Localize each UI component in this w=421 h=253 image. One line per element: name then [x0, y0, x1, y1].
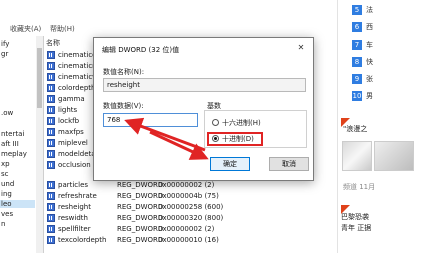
value-name: resheight — [58, 203, 91, 211]
news-thumbnail[interactable] — [342, 141, 372, 171]
value-type: REG_DWORD — [117, 203, 164, 211]
column-header-name[interactable]: 名称 — [46, 38, 60, 48]
dword-value-icon — [47, 203, 55, 211]
news-panel: 5法 6西 7车 8快 9张 10 男 "浪漫之 频道 11月 巴黎恐袭 青年 正… — [337, 0, 421, 253]
tree-item[interactable]: sc — [1, 170, 9, 178]
dword-value-icon — [47, 192, 55, 200]
dword-value-icon — [47, 73, 55, 81]
dword-value-icon — [47, 161, 55, 169]
value-data-input[interactable]: 768 — [103, 113, 198, 127]
rank-item[interactable]: 5法 — [352, 5, 373, 16]
tree-item[interactable]: aft III — [1, 140, 19, 148]
value-type: REG_DWORD — [117, 192, 164, 200]
news-headline[interactable]: 巴黎恐袭 — [341, 212, 369, 222]
rank-text: 快 — [366, 58, 373, 66]
rank-text: 张 — [366, 75, 373, 83]
value-name: refreshrate — [58, 192, 97, 200]
news-thumbnail[interactable] — [374, 141, 414, 171]
list-item[interactable]: particles REG_DWORD 0x00000002 (2) — [46, 180, 336, 191]
ok-button[interactable]: 确定 — [210, 157, 250, 171]
rank-text: 法 — [366, 6, 373, 14]
dword-value-icon — [47, 214, 55, 222]
dword-value-icon — [47, 236, 55, 244]
rank-number: 5 — [352, 5, 362, 15]
tree-scrollbar[interactable] — [36, 36, 43, 253]
value-name: particles — [58, 181, 89, 189]
scrollbar-thumb[interactable] — [37, 48, 42, 108]
rank-text: 西 — [366, 23, 373, 31]
news-headline[interactable]: "浪漫之 — [343, 124, 367, 134]
list-item[interactable]: texcolordepth REG_DWORD 0x00000010 (16) — [46, 235, 336, 246]
rank-item[interactable]: 7车 — [352, 40, 373, 51]
rank-item[interactable]: 10 男 — [352, 91, 373, 102]
value-data: 0x0000004b (75) — [158, 192, 219, 200]
value-data: 0x00000002 (2) — [158, 225, 215, 233]
value-type: REG_DWORD — [117, 225, 164, 233]
tree-item[interactable]: ing — [1, 190, 12, 198]
value-type: REG_DWORD — [117, 236, 164, 244]
value-name-label: 数值名称(N): — [103, 68, 145, 76]
dword-value-icon — [47, 181, 55, 189]
list-item[interactable]: refreshrate REG_DWORD 0x0000004b (75) — [46, 191, 336, 202]
rank-text: 车 — [366, 41, 373, 49]
dword-value-icon — [47, 117, 55, 125]
dword-value-icon — [47, 51, 55, 59]
value-data: 0x00000320 (800) — [158, 214, 224, 222]
menubar: 收藏夹(A) 帮助(H) — [0, 22, 337, 34]
rank-item[interactable]: 8快 — [352, 57, 373, 68]
value-data-label: 数值数据(V): — [103, 102, 144, 110]
news-meta: 频道 11月 — [343, 183, 376, 191]
cancel-button[interactable]: 取消 — [269, 157, 309, 171]
dword-value-icon — [47, 95, 55, 103]
dword-value-icon — [47, 139, 55, 147]
dialog-title: 编辑 DWORD (32 位)值 — [102, 46, 180, 54]
tree-item[interactable]: und — [1, 180, 14, 188]
rank-text: 男 — [366, 92, 373, 100]
dword-value-icon — [47, 150, 55, 158]
annotation-highlight-box — [207, 132, 263, 146]
tree-item[interactable]: gr — [1, 50, 8, 58]
tree-item[interactable]: .ow — [1, 109, 13, 117]
tree-item[interactable]: xp — [1, 160, 10, 168]
value-name: spellfilter — [58, 225, 91, 233]
dword-value-icon — [47, 62, 55, 70]
tree-item[interactable]: meplay — [1, 150, 27, 158]
dword-value-icon — [47, 225, 55, 233]
hex-radio-label: 十六进制(H) — [222, 119, 261, 127]
tree-item[interactable]: ves — [1, 210, 13, 218]
hex-radio[interactable]: 十六进制(H) — [212, 117, 292, 128]
value-data: 0x00000010 (16) — [158, 236, 219, 244]
value-type: REG_DWORD — [117, 214, 164, 222]
value-data: 0x00000258 (600) — [158, 203, 224, 211]
rank-number: 7 — [352, 40, 362, 50]
radio-icon — [212, 119, 219, 126]
value-name: reswidth — [58, 214, 88, 222]
value-name-field: resheight — [103, 78, 306, 92]
tree-item[interactable]: n — [1, 220, 5, 228]
edit-dword-dialog: 编辑 DWORD (32 位)值 ✕ 数值名称(N): resheight 数值… — [93, 37, 314, 181]
tree-item-selected[interactable]: leo — [0, 200, 35, 208]
rank-item[interactable]: 9张 — [352, 74, 373, 85]
list-item[interactable]: spellfilter REG_DWORD 0x00000002 (2) — [46, 224, 336, 235]
value-data: 0x00000002 (2) — [158, 181, 215, 189]
menu-favorites[interactable]: 收藏夹(A) — [10, 24, 41, 34]
rank-item[interactable]: 6西 — [352, 22, 373, 33]
rank-number: 8 — [352, 57, 362, 67]
rank-number: 6 — [352, 22, 362, 32]
key-tree-pane[interactable]: ify gr .ow ntertai aft III meplay xp sc … — [0, 36, 44, 253]
close-icon[interactable]: ✕ — [295, 42, 307, 54]
dword-value-icon — [47, 84, 55, 92]
tree-item[interactable]: ntertai — [1, 130, 24, 138]
menu-help[interactable]: 帮助(H) — [50, 24, 75, 34]
rank-number: 10 — [352, 91, 362, 101]
news-headline[interactable]: 青年 正据 — [341, 223, 371, 233]
value-type: REG_DWORD — [117, 181, 164, 189]
dword-value-icon — [47, 128, 55, 136]
list-item[interactable]: resheight REG_DWORD 0x00000258 (600) — [46, 202, 336, 213]
value-name: texcolordepth — [58, 236, 107, 244]
dword-value-icon — [47, 106, 55, 114]
rank-number: 9 — [352, 74, 362, 84]
tree-item[interactable]: ify — [1, 40, 9, 48]
list-item[interactable]: reswidth REG_DWORD 0x00000320 (800) — [46, 213, 336, 224]
